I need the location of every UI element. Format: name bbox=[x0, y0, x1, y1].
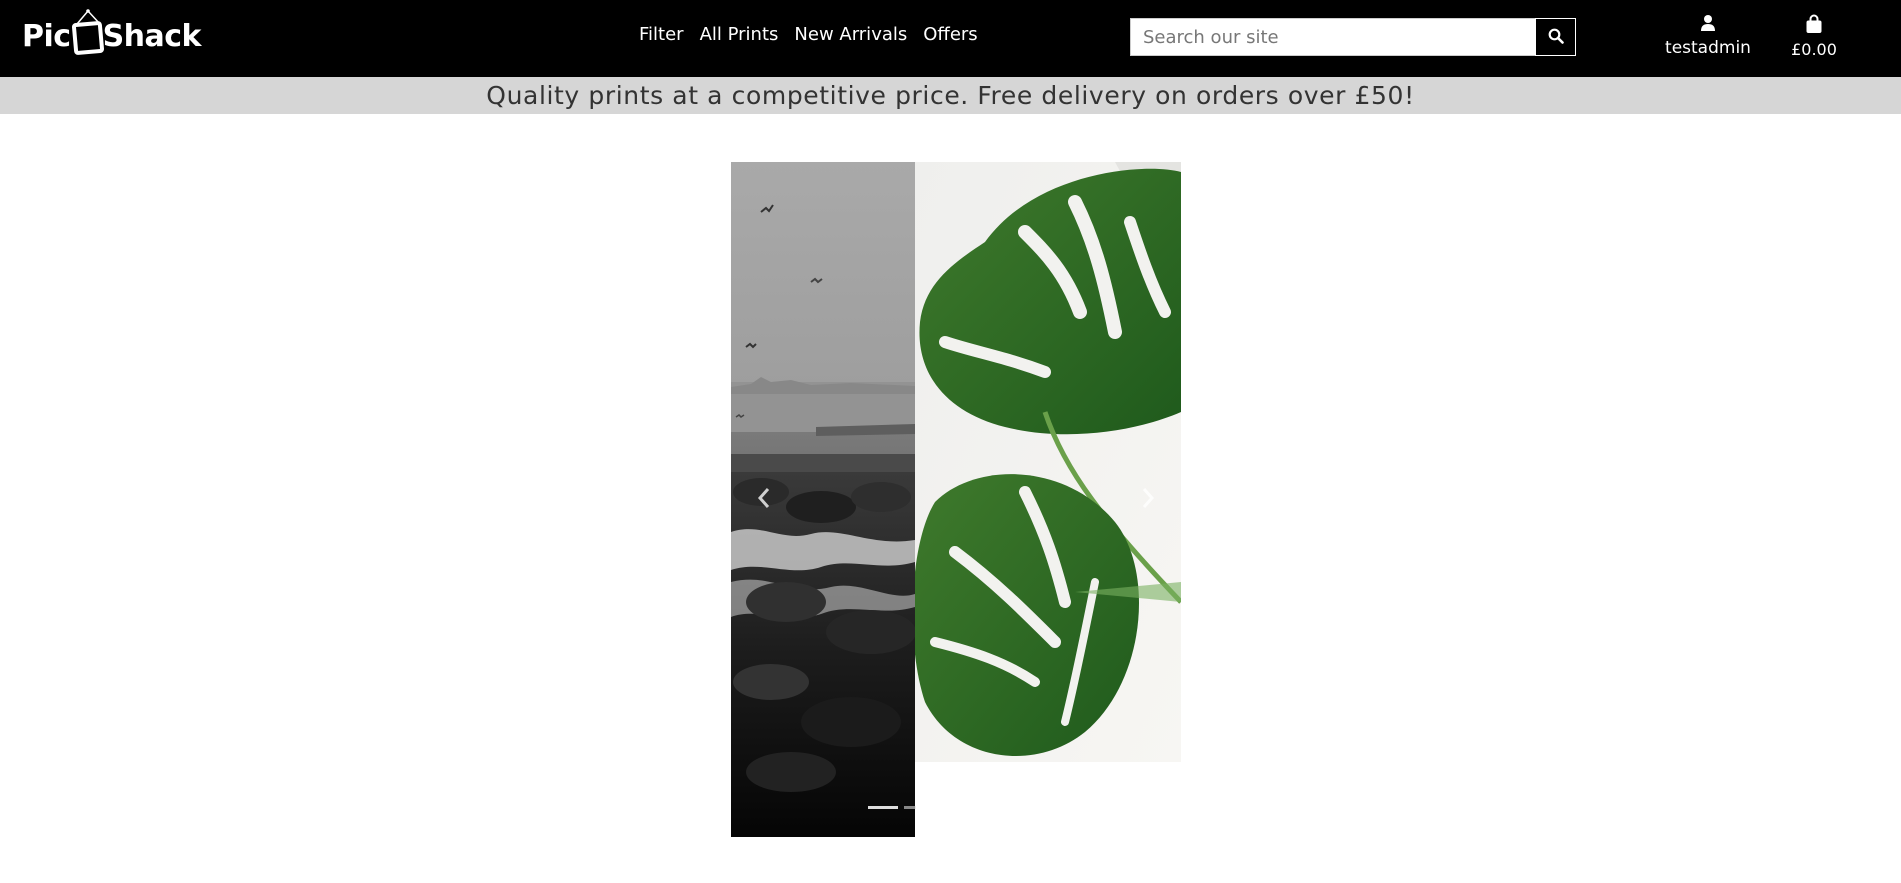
shopping-bag-icon bbox=[1786, 14, 1842, 38]
promo-banner-text: Quality prints at a competitive price. F… bbox=[486, 81, 1415, 110]
bag-total: £0.00 bbox=[1791, 40, 1837, 59]
nav-item-offers[interactable]: Offers bbox=[923, 24, 977, 45]
carousel-next-button[interactable] bbox=[1128, 480, 1168, 520]
carousel-indicators bbox=[868, 806, 916, 809]
chevron-left-icon bbox=[757, 487, 771, 513]
carousel-indicator-2[interactable] bbox=[904, 806, 916, 809]
carousel-indicator-1[interactable] bbox=[868, 806, 898, 809]
carousel-prev-button[interactable] bbox=[744, 480, 784, 520]
nav-item-filter[interactable]: Filter bbox=[639, 24, 684, 45]
site-header: Pic Shack Filter All Prints New Arrivals… bbox=[0, 0, 1901, 77]
nav-item-all-prints[interactable]: All Prints bbox=[700, 24, 779, 45]
search-icon bbox=[1548, 28, 1564, 47]
search-form bbox=[1130, 18, 1576, 56]
account-username: testadmin bbox=[1665, 38, 1751, 58]
picture-frame-icon bbox=[71, 9, 104, 55]
search-button[interactable] bbox=[1535, 18, 1576, 56]
chevron-right-icon bbox=[1141, 487, 1155, 513]
shopping-bag-link[interactable]: £0.00 bbox=[1786, 14, 1842, 59]
logo-text: Pic Shack bbox=[22, 9, 202, 55]
carousel-slide-leaf bbox=[915, 162, 1181, 762]
image-carousel bbox=[731, 162, 1181, 837]
site-logo[interactable]: Pic Shack bbox=[22, 9, 202, 60]
logo-text-left: Pic bbox=[22, 18, 71, 54]
search-input[interactable] bbox=[1130, 18, 1535, 56]
main-nav: Filter All Prints New Arrivals Offers bbox=[639, 24, 994, 45]
user-icon bbox=[1660, 14, 1756, 36]
nav-item-new-arrivals[interactable]: New Arrivals bbox=[794, 24, 907, 45]
account-link[interactable]: testadmin bbox=[1660, 14, 1756, 58]
promo-banner: Quality prints at a competitive price. F… bbox=[0, 77, 1901, 114]
logo-text-right: Shack bbox=[102, 18, 202, 54]
